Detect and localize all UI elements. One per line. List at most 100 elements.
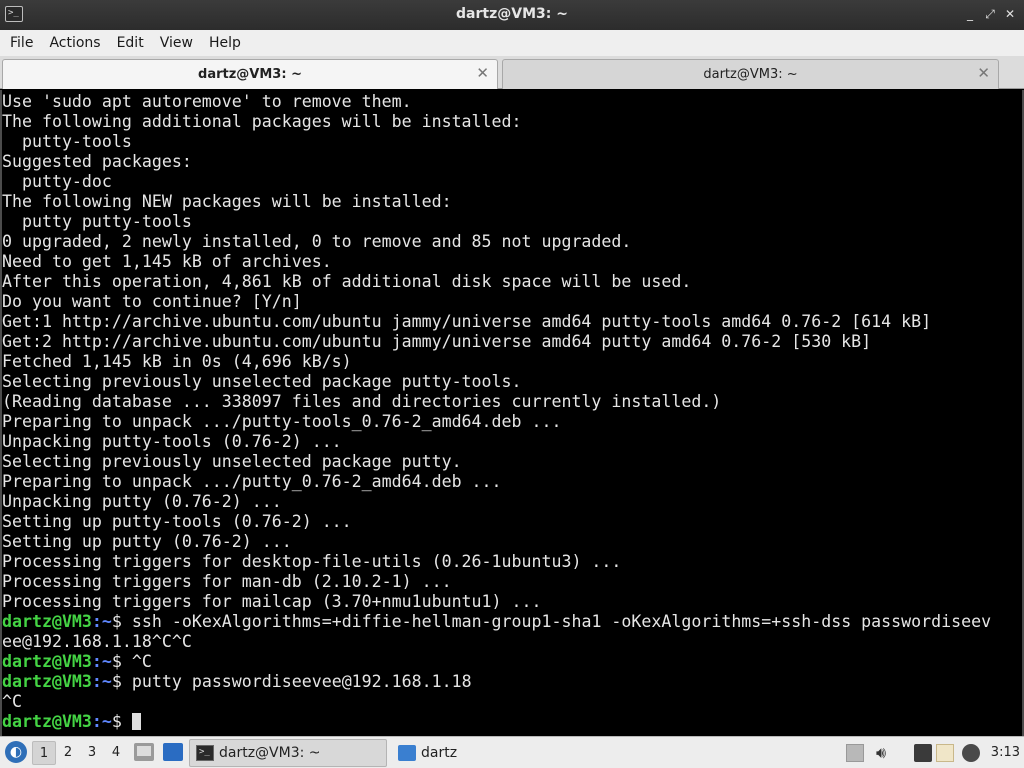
- tab-close-icon[interactable]: ✕: [476, 64, 489, 82]
- terminal-line: ^C: [2, 692, 991, 712]
- terminal-line: Unpacking putty (0.76-2) ...: [2, 492, 991, 512]
- terminal-text: Get:1 http://archive.ubuntu.com/ubuntu j…: [2, 312, 932, 331]
- terminal-line: Suggested packages:: [2, 152, 991, 172]
- prompt-path: :~: [91, 612, 112, 631]
- terminal-line: Processing triggers for mailcap (3.70+nm…: [2, 592, 991, 612]
- menu-actions[interactable]: Actions: [41, 35, 108, 51]
- terminal-text: ^C: [121, 652, 152, 671]
- terminal-text: The following additional packages will b…: [2, 112, 522, 131]
- prompt-path: :~: [91, 712, 112, 731]
- terminal-line: Unpacking putty-tools (0.76-2) ...: [2, 432, 991, 452]
- volume-icon[interactable]: 🔊︎: [872, 744, 890, 762]
- prompt-user: dartz@VM3: [2, 612, 92, 631]
- terminal-text: Get:2 http://archive.ubuntu.com/ubuntu j…: [2, 332, 872, 351]
- tab-terminal-2[interactable]: dartz@VM3: ~ ✕: [502, 59, 999, 89]
- task-file-manager[interactable]: dartz: [392, 739, 592, 767]
- terminal-text: Setting up putty-tools (0.76-2) ...: [2, 512, 352, 531]
- terminal-text: (Reading database ... 338097 files and d…: [2, 392, 722, 411]
- taskbar-panel: ◐ 1 2 3 4 >_ dartz@VM3: ~ dartz 🔊︎ 3:13: [0, 736, 1024, 768]
- terminal-text: Preparing to unpack .../putty_0.76-2_amd…: [2, 472, 502, 491]
- terminal-line: The following NEW packages will be insta…: [2, 192, 991, 212]
- terminal-line: Setting up putty-tools (0.76-2) ...: [2, 512, 991, 532]
- workspace-switcher: 1 2 3 4: [32, 741, 128, 765]
- terminal-text: putty-doc: [2, 172, 112, 191]
- prompt-path: :~: [91, 672, 112, 691]
- task-label: dartz@VM3: ~: [219, 745, 321, 761]
- terminal-line: Get:1 http://archive.ubuntu.com/ubuntu j…: [2, 312, 991, 332]
- workspace-2[interactable]: 2: [56, 741, 80, 765]
- terminal-line: Setting up putty (0.76-2) ...: [2, 532, 991, 552]
- folder-icon: [398, 745, 416, 761]
- task-terminal[interactable]: >_ dartz@VM3: ~: [189, 739, 387, 767]
- terminal-prompt-line: dartz@VM3:~$ putty passwordiseevee@192.1…: [2, 672, 991, 692]
- terminal-text: Processing triggers for desktop-file-uti…: [2, 552, 622, 571]
- start-menu-icon[interactable]: ◐: [5, 741, 27, 763]
- maximize-button[interactable]: ⤢: [982, 5, 998, 23]
- notification-icon[interactable]: [962, 744, 980, 762]
- menu-help[interactable]: Help: [201, 35, 249, 51]
- terminal-line: Get:2 http://archive.ubuntu.com/ubuntu j…: [2, 332, 991, 352]
- prompt-user: dartz@VM3: [2, 672, 92, 691]
- file-manager-launcher-icon[interactable]: [134, 743, 154, 761]
- network-icon[interactable]: [914, 744, 932, 762]
- terminal-line: Need to get 1,145 kB of archives.: [2, 252, 991, 272]
- eject-icon[interactable]: [846, 744, 864, 762]
- terminal-text: putty-tools: [2, 132, 132, 151]
- close-button[interactable]: ✕: [1002, 5, 1018, 23]
- menu-view[interactable]: View: [152, 35, 201, 51]
- terminal-text: Need to get 1,145 kB of archives.: [2, 252, 332, 271]
- tab-label: dartz@VM3: ~: [703, 67, 798, 82]
- clock[interactable]: 3:13: [991, 745, 1020, 760]
- tab-bar: dartz@VM3: ~ ✕ dartz@VM3: ~ ✕: [0, 56, 1024, 89]
- prompt-user: dartz@VM3: [2, 712, 92, 731]
- terminal-view[interactable]: Use 'sudo apt autoremove' to remove them…: [0, 90, 1024, 736]
- terminal-text: Suggested packages:: [2, 152, 192, 171]
- menu-file[interactable]: File: [2, 35, 41, 51]
- terminal-line: ee@192.168.1.18^C^C: [2, 632, 991, 652]
- terminal-line: putty putty-tools: [2, 212, 991, 232]
- terminal-line: Do you want to continue? [Y/n]: [2, 292, 991, 312]
- tab-label: dartz@VM3: ~: [198, 67, 302, 82]
- terminal-line: Preparing to unpack .../putty-tools_0.76…: [2, 412, 991, 432]
- window-controls: _ ⤢ ✕: [962, 5, 1018, 23]
- terminal-text: After this operation, 4,861 kB of additi…: [2, 272, 692, 291]
- terminal-line: The following additional packages will b…: [2, 112, 991, 132]
- prompt-symbol: $: [111, 612, 122, 631]
- prompt-symbol: $: [111, 712, 122, 731]
- clipboard-icon[interactable]: [936, 744, 954, 762]
- tab-close-icon[interactable]: ✕: [977, 64, 990, 82]
- terminal-text: putty putty-tools: [2, 212, 192, 231]
- terminal-text: putty passwordiseevee@192.168.1.18: [121, 672, 472, 691]
- terminal-text: ee@192.168.1.18^C^C: [2, 632, 192, 651]
- window-title: dartz@VM3: ~: [456, 6, 568, 22]
- terminal-cursor: [131, 713, 141, 730]
- terminal-line: Processing triggers for man-db (2.10.2-1…: [2, 572, 991, 592]
- terminal-text: Fetched 1,145 kB in 0s (4,696 kB/s): [2, 352, 352, 371]
- terminal-text: Selecting previously unselected package …: [2, 452, 462, 471]
- task-label: dartz: [421, 745, 458, 761]
- terminal-text: Unpacking putty (0.76-2) ...: [2, 492, 282, 511]
- minimize-button[interactable]: _: [962, 5, 978, 23]
- workspace-3[interactable]: 3: [80, 741, 104, 765]
- terminal-line: Selecting previously unselected package …: [2, 372, 991, 392]
- terminal-line: Selecting previously unselected package …: [2, 452, 991, 472]
- menu-bar: File Actions Edit View Help: [0, 30, 1024, 56]
- terminal-line: Preparing to unpack .../putty_0.76-2_amd…: [2, 472, 991, 492]
- tab-terminal-1[interactable]: dartz@VM3: ~ ✕: [2, 59, 498, 89]
- terminal-output: Use 'sudo apt autoremove' to remove them…: [2, 92, 991, 732]
- terminal-line: 0 upgraded, 2 newly installed, 0 to remo…: [2, 232, 991, 252]
- terminal-text: Setting up putty (0.76-2) ...: [2, 532, 292, 551]
- terminal-line: Use 'sudo apt autoremove' to remove them…: [2, 92, 991, 112]
- terminal-text: The following NEW packages will be insta…: [2, 192, 452, 211]
- terminal-text: Unpacking putty-tools (0.76-2) ...: [2, 432, 342, 451]
- terminal-text: ssh -oKexAlgorithms=+diffie-hellman-grou…: [121, 612, 992, 631]
- terminal-text: Selecting previously unselected package …: [2, 372, 522, 391]
- terminal-text: 0 upgraded, 2 newly installed, 0 to remo…: [2, 232, 632, 251]
- menu-edit[interactable]: Edit: [109, 35, 152, 51]
- workspace-4[interactable]: 4: [104, 741, 128, 765]
- show-desktop-icon[interactable]: [163, 743, 183, 761]
- terminal-line: Processing triggers for desktop-file-uti…: [2, 552, 991, 572]
- terminal-text: ^C: [2, 692, 22, 711]
- workspace-1[interactable]: 1: [32, 741, 56, 765]
